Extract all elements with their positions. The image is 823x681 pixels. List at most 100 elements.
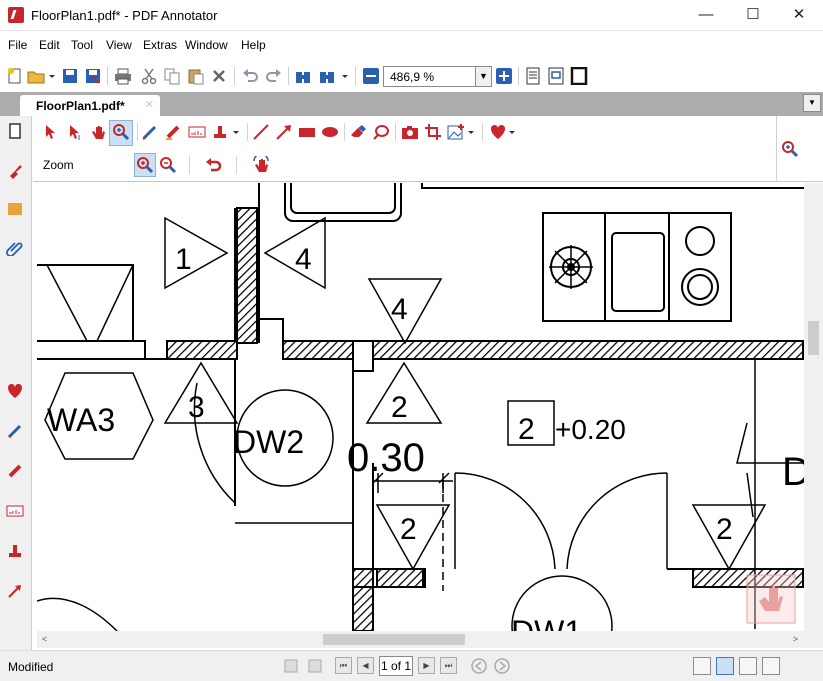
delete-icon[interactable] [210, 67, 228, 85]
zoom-in-icon[interactable] [495, 67, 513, 85]
menu-window[interactable]: Window [185, 38, 228, 52]
undo-zoom-icon[interactable] [204, 156, 222, 174]
new-icon[interactable] [6, 67, 24, 85]
tab-close-icon[interactable]: ✕ [145, 98, 154, 111]
document-canvas[interactable]: 1 4 4 3 2 2 2 2 +0.20 WA3 DW2 0.30 DW1 D [37, 183, 804, 631]
pen-icon[interactable] [6, 422, 24, 440]
maximize-button[interactable]: ☐ [730, 0, 776, 30]
hand-icon[interactable] [89, 123, 107, 141]
separator [518, 67, 519, 85]
next-page-button[interactable]: ▶ [418, 657, 435, 674]
back-icon[interactable] [283, 657, 301, 675]
tag-label: 1 [175, 243, 192, 276]
zoom-out-tool-icon[interactable] [159, 156, 177, 174]
menu-edit[interactable]: Edit [39, 38, 60, 52]
save-icon[interactable] [61, 67, 79, 85]
scroll-left-icon[interactable]: < [42, 634, 47, 644]
page-number-field[interactable]: 1 of 1 [379, 656, 413, 676]
vertical-scroll-thumb[interactable] [808, 321, 819, 355]
single-page-icon[interactable] [524, 67, 542, 85]
zoom-input[interactable]: 486,9 % [383, 66, 478, 87]
view-single-page-button[interactable] [693, 657, 711, 675]
tab-list-button[interactable]: ▼ [803, 94, 821, 112]
insert-image-icon[interactable] [447, 123, 465, 141]
tag-label: 2 [716, 513, 733, 546]
horizontal-scrollbar[interactable]: < > [37, 631, 804, 648]
find-next-icon[interactable] [318, 67, 336, 85]
zoom-in-tool-icon[interactable] [136, 156, 154, 174]
tab-floorplan1[interactable]: FloorPlan1.pdf* ✕ [20, 95, 160, 116]
zoom-tool-icon[interactable] [112, 123, 130, 141]
history-back-icon[interactable] [470, 657, 488, 675]
separator [107, 67, 108, 85]
chevron-down-icon[interactable] [466, 123, 476, 141]
highlighter-icon[interactable] [164, 123, 182, 141]
menu-extras[interactable]: Extras [143, 38, 177, 52]
zoom-tool-icon[interactable] [781, 140, 799, 158]
attachment-icon[interactable] [6, 238, 24, 256]
vertical-scrollbar[interactable] [804, 183, 823, 631]
tab-label: FloorPlan1.pdf* [36, 99, 125, 113]
rectangle-icon[interactable] [298, 123, 316, 141]
stamp-icon[interactable] [211, 123, 229, 141]
select-text-icon[interactable] [65, 123, 83, 141]
stamp-icon[interactable] [6, 542, 24, 560]
zoom-dropdown-button[interactable]: ▼ [475, 66, 492, 87]
save-as-icon[interactable] [84, 67, 102, 85]
favorites-heart-icon[interactable] [6, 382, 24, 400]
tag-label: 2 [400, 513, 417, 546]
view-continuous-button[interactable] [716, 657, 734, 675]
view-facing-continuous-button[interactable] [762, 657, 780, 675]
minimize-button[interactable]: — [683, 0, 729, 30]
crop-icon[interactable] [424, 123, 442, 141]
menu-view[interactable]: View [106, 38, 132, 52]
open-icon[interactable] [27, 67, 45, 85]
print-icon[interactable] [114, 67, 132, 85]
text-box-icon[interactable] [188, 123, 206, 141]
find-icon[interactable] [294, 67, 312, 85]
horizontal-scroll-thumb[interactable] [323, 634, 465, 645]
arrow-icon[interactable] [6, 582, 24, 600]
zoom-out-icon[interactable] [362, 67, 380, 85]
chevron-down-icon[interactable] [340, 67, 350, 85]
elevation-label: +0.20 [555, 414, 626, 445]
paste-icon[interactable] [187, 67, 205, 85]
favorites-heart-icon[interactable] [489, 123, 507, 141]
menu-help[interactable]: Help [241, 38, 266, 52]
highlighter-icon[interactable] [6, 462, 24, 480]
chevron-down-icon[interactable] [507, 123, 517, 141]
text-box-icon[interactable] [6, 502, 24, 520]
undo-icon[interactable] [241, 67, 259, 85]
line-icon[interactable] [252, 123, 270, 141]
tab-strip: FloorPlan1.pdf* ✕ ▼ [0, 92, 823, 116]
lasso-icon[interactable] [372, 123, 390, 141]
fullscreen-icon[interactable] [570, 67, 588, 85]
arrow-icon[interactable] [275, 123, 293, 141]
menu-file[interactable]: File [8, 38, 27, 52]
close-button[interactable]: ✕ [776, 0, 822, 30]
eraser-icon[interactable] [349, 123, 367, 141]
copy-icon[interactable] [163, 67, 181, 85]
tag-label: 2 [391, 391, 408, 424]
cut-icon[interactable] [140, 67, 158, 85]
last-page-button[interactable]: ⏭ [440, 657, 457, 674]
page-thumbnail-icon[interactable] [6, 122, 24, 140]
chevron-down-icon[interactable] [47, 67, 57, 85]
scroll-right-icon[interactable]: > [793, 634, 798, 644]
redo-icon[interactable] [265, 67, 283, 85]
notes-icon[interactable] [6, 200, 24, 218]
history-forward-icon[interactable] [493, 657, 511, 675]
bookmark-pin-icon[interactable] [6, 162, 24, 180]
view-facing-button[interactable] [739, 657, 757, 675]
menu-tool[interactable]: Tool [71, 38, 93, 52]
ellipse-icon[interactable] [321, 123, 339, 141]
forward-icon[interactable] [305, 657, 323, 675]
prev-page-button[interactable]: ◀ [357, 657, 374, 674]
chevron-down-icon[interactable] [231, 123, 241, 141]
annotate-hand-icon[interactable] [252, 156, 270, 174]
first-page-button[interactable]: ⏮ [335, 657, 352, 674]
pen-icon[interactable] [141, 123, 159, 141]
two-page-icon[interactable] [547, 67, 565, 85]
select-icon[interactable] [41, 123, 59, 141]
camera-icon[interactable] [401, 123, 419, 141]
